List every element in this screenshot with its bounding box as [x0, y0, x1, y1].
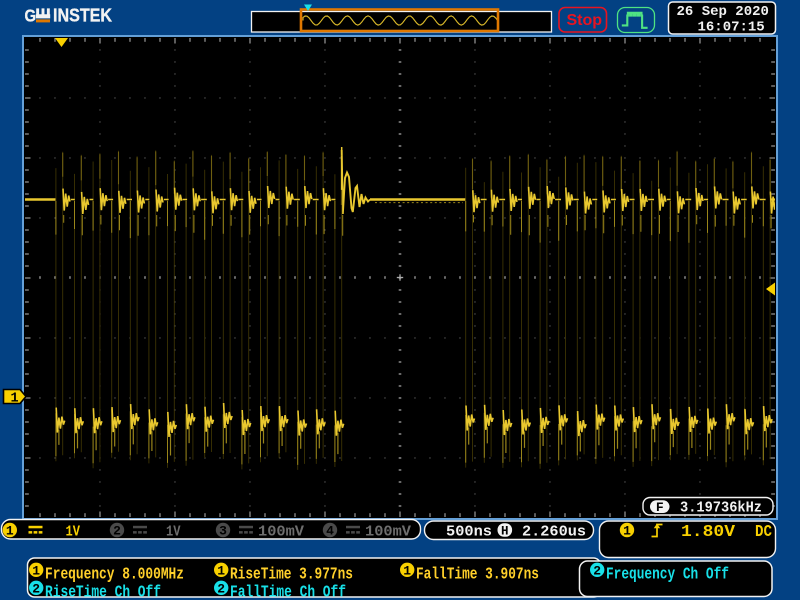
svg-text:100mV: 100mV: [365, 524, 411, 541]
svg-text:1: 1: [11, 392, 19, 407]
svg-text:2: 2: [113, 524, 121, 539]
svg-text:1V: 1V: [166, 524, 181, 541]
svg-text:100mV: 100mV: [258, 524, 304, 541]
svg-text:26 Sep 2020: 26 Sep 2020: [677, 4, 769, 20]
svg-text:RiseTime Ch Off: RiseTime Ch Off: [45, 584, 161, 600]
svg-text:1: 1: [623, 524, 631, 539]
svg-text:4: 4: [326, 524, 334, 539]
svg-text:1: 1: [403, 563, 411, 578]
svg-text:1: 1: [217, 563, 225, 578]
svg-text:3: 3: [219, 524, 227, 539]
svg-text:Frequency Ch Off: Frequency Ch Off: [606, 566, 729, 585]
svg-text:INSTEK: INSTEK: [53, 6, 112, 26]
svg-text:500ns: 500ns: [446, 524, 492, 541]
svg-text:G: G: [25, 6, 36, 26]
svg-text:1.80V: 1.80V: [681, 522, 735, 541]
svg-text:2.260us: 2.260us: [522, 524, 586, 541]
svg-text:Frequency 8.000MHz: Frequency 8.000MHz: [45, 566, 184, 585]
svg-text:1: 1: [6, 524, 14, 539]
svg-text:H: H: [501, 524, 509, 538]
svg-text:16:07:15: 16:07:15: [698, 20, 765, 36]
svg-text:2: 2: [593, 563, 601, 578]
svg-text:1V: 1V: [66, 524, 81, 541]
svg-text:Stop: Stop: [567, 12, 603, 29]
svg-text:2: 2: [217, 581, 225, 596]
svg-text:FallTime Ch Off: FallTime Ch Off: [230, 584, 346, 600]
svg-text:3.19736kHz: 3.19736kHz: [680, 501, 762, 517]
svg-text:2: 2: [32, 581, 40, 596]
svg-text:1: 1: [32, 563, 40, 578]
svg-text:FallTime 3.907ns: FallTime 3.907ns: [416, 566, 539, 585]
svg-text:F: F: [656, 500, 664, 515]
svg-text:RiseTime 3.977ns: RiseTime 3.977ns: [230, 566, 353, 585]
svg-text:DC: DC: [755, 522, 772, 541]
